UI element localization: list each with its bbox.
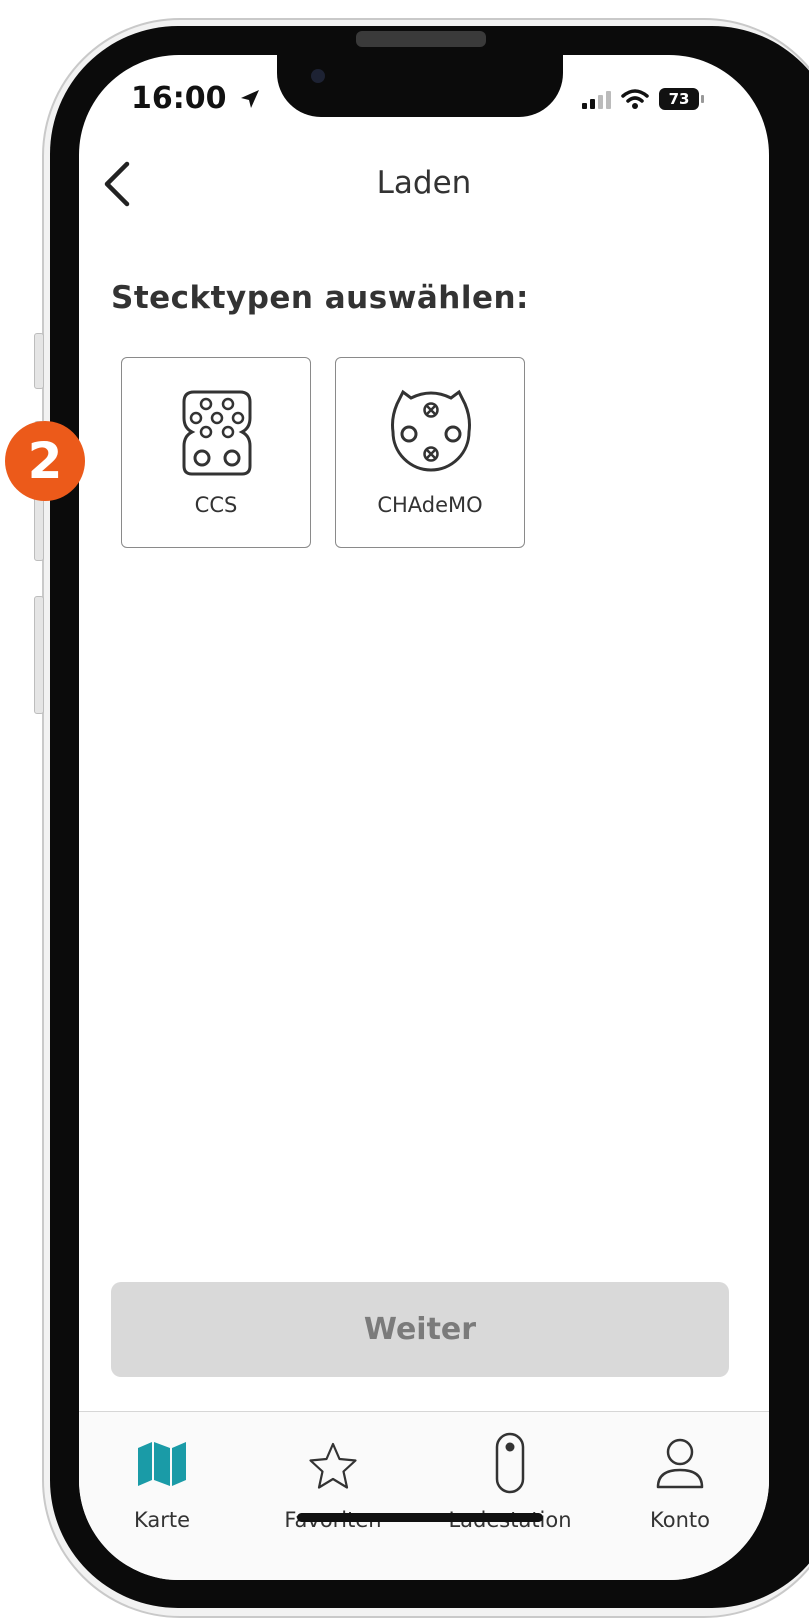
wifi-icon — [621, 89, 649, 109]
status-icons: 73 — [581, 85, 704, 113]
volume-down-button — [34, 596, 44, 714]
notch — [277, 55, 563, 117]
tab-konto[interactable]: Konto — [605, 1412, 755, 1562]
home-indicator[interactable] — [297, 1513, 543, 1522]
plug-card-chademo[interactable]: CHAdeMO — [335, 357, 525, 548]
plug-card-ccs[interactable]: CCS — [121, 357, 311, 548]
plug-label-chademo: CHAdeMO — [377, 493, 483, 517]
map-icon — [138, 1442, 186, 1486]
battery-indicator: 73 — [659, 88, 704, 110]
tab-favoriten[interactable]: Favoriten — [258, 1412, 408, 1562]
charging-station-icon — [495, 1432, 525, 1494]
next-button[interactable]: Weiter — [111, 1282, 729, 1377]
app-screen: 16:00 73 Laden Stecktypen auswählen: CCS… — [79, 55, 769, 1580]
tab-label-karte: Karte — [133, 1508, 191, 1532]
tab-label-konto: Konto — [650, 1508, 710, 1532]
front-camera — [311, 69, 325, 83]
battery-level: 73 — [668, 90, 690, 108]
silent-switch — [34, 333, 44, 389]
location-arrow-icon — [240, 90, 259, 108]
page-title: Laden — [376, 165, 472, 201]
step-badge: 2 — [5, 421, 85, 501]
ccs-connector-icon — [182, 390, 252, 476]
time-text: 16:00 — [131, 81, 227, 116]
tab-karte[interactable]: Karte — [87, 1412, 237, 1562]
status-time: 16:00 — [131, 81, 261, 116]
chademo-connector-icon — [391, 389, 471, 472]
star-icon — [309, 1442, 357, 1489]
plug-label-ccs: CCS — [194, 493, 238, 517]
user-icon — [656, 1438, 704, 1489]
signal-icon — [582, 91, 611, 109]
tab-bar: Karte Favoriten Ladestation Konto — [79, 1411, 769, 1580]
section-heading: Stecktypen auswählen: — [111, 280, 529, 316]
speaker-slot — [356, 31, 486, 47]
tab-ladestation[interactable]: Ladestation — [435, 1412, 585, 1562]
